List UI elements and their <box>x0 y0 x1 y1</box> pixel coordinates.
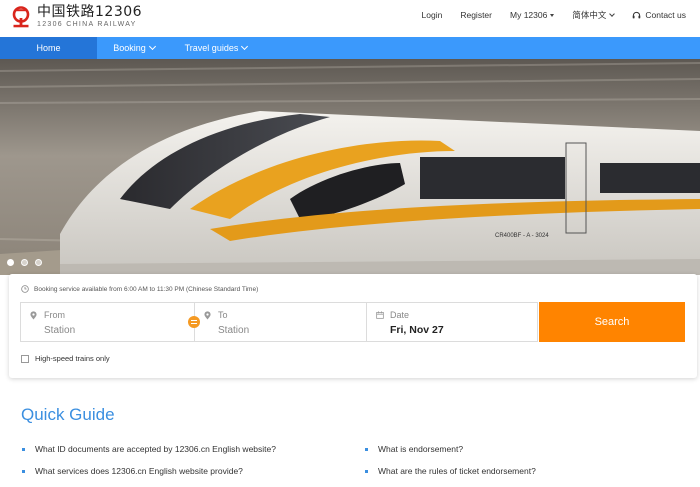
swap-stations-button[interactable] <box>188 316 200 328</box>
from-station-field[interactable]: From Station <box>21 303 200 341</box>
logo-subtitle: 12306 CHINA RAILWAY <box>37 21 137 28</box>
bullet-icon <box>365 469 368 473</box>
chevron-down-icon <box>148 42 156 51</box>
to-station-field[interactable]: To Station <box>195 303 367 341</box>
language-menu[interactable]: 简体中文 <box>572 9 616 21</box>
high-speed-checkbox[interactable] <box>21 354 29 363</box>
high-speed-train-image: CR400BF - A - 3024 <box>0 59 700 275</box>
nav-travel-guides[interactable]: Travel guides <box>171 37 261 59</box>
nav-travel-guides-label: Travel guides <box>184 43 239 53</box>
carousel-dot[interactable] <box>35 259 42 266</box>
nav-home[interactable]: Home <box>0 37 97 59</box>
quick-guide-list-left: What ID documents are accepted by 12306.… <box>22 443 276 487</box>
nav-home-label: Home <box>36 43 61 53</box>
ticket-search-panel: Booking service available from 6:00 AM t… <box>9 274 697 378</box>
quick-guide-title: Quick Guide <box>21 405 115 424</box>
contact-us-label: Contact us <box>645 10 686 20</box>
bullet-icon <box>365 447 368 451</box>
top-links: Login Register My 12306 简体中文 Contact us <box>404 9 686 21</box>
nav-booking[interactable]: Booking <box>97 37 171 59</box>
bullet-icon <box>22 447 25 451</box>
guide-link[interactable]: What is endorsement? <box>378 444 463 454</box>
guide-link[interactable]: What ID documents are accepted by 12306.… <box>35 444 276 454</box>
service-hours-text: Booking service available from 6:00 AM t… <box>34 285 259 293</box>
location-pin-icon <box>204 311 211 320</box>
swap-arrow-icon <box>191 320 197 321</box>
my-12306-menu[interactable]: My 12306 <box>510 10 555 20</box>
logo[interactable]: 中国铁路12306 12306 CHINA RAILWAY <box>10 4 142 29</box>
headset-icon <box>633 11 641 18</box>
contact-us-link[interactable]: Contact us <box>632 10 686 20</box>
clock-icon <box>21 285 29 293</box>
list-item[interactable]: What are the rules of ticket endorsement… <box>365 465 536 477</box>
search-button[interactable]: Search <box>539 302 685 342</box>
my-12306-label: My 12306 <box>510 10 548 20</box>
swap-arrow-icon <box>191 323 197 324</box>
china-railway-logo-icon <box>12 5 30 27</box>
list-item[interactable]: What services does 12306.cn English webs… <box>22 465 276 477</box>
from-label: From <box>44 310 65 320</box>
main-nav: Home Booking Travel guides <box>0 37 700 59</box>
train-number-label: CR400BF - A - 3024 <box>495 233 549 239</box>
to-station-input[interactable]: Station <box>218 325 249 336</box>
from-station-input[interactable]: Station <box>44 325 75 336</box>
logo-title: 中国铁路12306 <box>37 4 143 20</box>
quick-guide-list-right: What is endorsement? What are the rules … <box>365 443 536 487</box>
calendar-icon <box>376 311 384 319</box>
search-fields: From Station To Station Date Fri, Nov 27 <box>20 302 538 342</box>
caret-down-icon <box>550 13 555 17</box>
high-speed-label: High-speed trains only <box>35 354 110 363</box>
bullet-icon <box>22 469 25 473</box>
date-field[interactable]: Date Fri, Nov 27 <box>367 303 537 341</box>
date-value[interactable]: Fri, Nov 27 <box>390 324 444 336</box>
to-label: To <box>218 310 228 320</box>
guide-link[interactable]: What services does 12306.cn English webs… <box>35 466 243 476</box>
guide-link[interactable]: What are the rules of ticket endorsement… <box>378 466 536 476</box>
carousel-indicators <box>7 259 49 266</box>
date-label: Date <box>390 310 410 320</box>
location-pin-icon <box>30 311 37 320</box>
carousel-dot[interactable] <box>7 259 14 266</box>
list-item[interactable]: What ID documents are accepted by 12306.… <box>22 443 276 455</box>
register-link[interactable]: Register <box>460 10 492 20</box>
hero-banner: CR400BF - A - 3024 <box>0 59 700 275</box>
chevron-down-icon <box>241 42 249 51</box>
high-speed-filter[interactable]: High-speed trains only <box>21 354 110 363</box>
nav-booking-label: Booking <box>113 43 146 53</box>
language-label: 简体中文 <box>572 10 607 20</box>
carousel-dot[interactable] <box>21 259 28 266</box>
service-hours-notice: Booking service available from 6:00 AM t… <box>21 285 258 293</box>
chevron-down-icon <box>609 10 616 17</box>
login-link[interactable]: Login <box>422 10 443 20</box>
list-item[interactable]: What is endorsement? <box>365 443 536 455</box>
top-header: 中国铁路12306 12306 CHINA RAILWAY Login Regi… <box>0 0 700 37</box>
